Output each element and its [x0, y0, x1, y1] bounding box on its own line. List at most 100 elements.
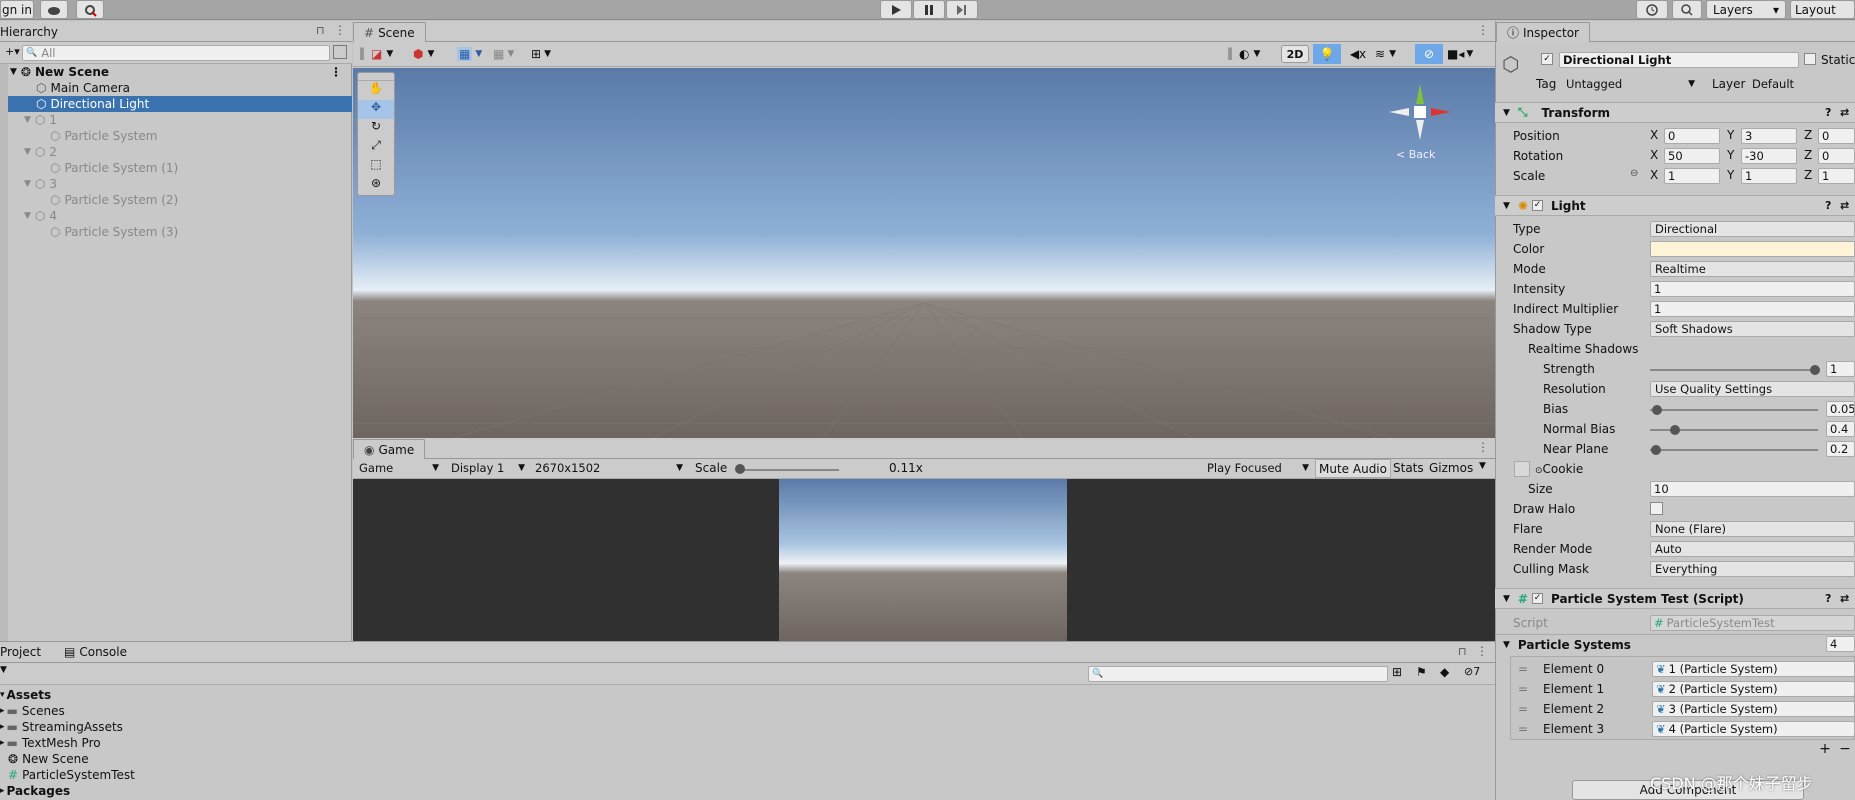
search-by-type-icon[interactable]: ⊞: [1392, 665, 1402, 679]
layout-dropdown[interactable]: Layout: [1790, 0, 1855, 19]
scene-row[interactable]: ▼ ❂ New Scene ⋮: [10, 64, 350, 80]
pause-button[interactable]: [913, 0, 945, 19]
collab-button[interactable]: [76, 0, 104, 19]
drag-handle-icon[interactable]: =: [1518, 662, 1528, 676]
settings-icon[interactable]: ⇄: [1840, 199, 1849, 212]
expand-arrow-icon[interactable]: ▾: [0, 690, 5, 700]
expand-arrow-icon[interactable]: ▸: [0, 722, 5, 732]
expand-arrow-icon[interactable]: ▼: [1503, 640, 1510, 650]
expand-arrow-icon[interactable]: ▸: [0, 738, 5, 748]
play-button[interactable]: [880, 0, 912, 19]
2d-toggle-button[interactable]: 2D: [1281, 45, 1309, 63]
scale-y-field[interactable]: 1: [1741, 168, 1797, 184]
near-plane-slider-handle[interactable]: [1651, 445, 1661, 455]
culling-mask-dropdown[interactable]: Everything: [1650, 561, 1855, 577]
step-button[interactable]: [946, 0, 978, 19]
near-plane-field[interactable]: 0.2: [1826, 441, 1855, 457]
static-checkbox[interactable]: [1804, 53, 1816, 65]
more-icon[interactable]: ⋮: [330, 65, 342, 79]
shadow-type-dropdown[interactable]: Soft Shadows: [1650, 321, 1855, 337]
enabled-checkbox[interactable]: ✓: [1531, 593, 1543, 604]
list-item[interactable]: ⬡ Particle System: [50, 128, 157, 144]
tab-inspector[interactable]: ⓘ Inspector: [1496, 22, 1590, 42]
display-dropdown[interactable]: Display 1 ▼: [447, 460, 529, 476]
layers-dropdown[interactable]: Layers ▾: [1706, 0, 1786, 19]
list-item[interactable]: ⬡ Main Camera: [36, 80, 130, 96]
element-field[interactable]: ❦ 2 (Particle System): [1652, 681, 1855, 697]
hierarchy-search-input[interactable]: 🔍 All: [22, 45, 330, 61]
rotation-x-field[interactable]: 50: [1664, 148, 1720, 164]
play-focused-dropdown[interactable]: Play Focused ▼: [1203, 460, 1313, 476]
tab-console[interactable]: ▤ Console: [64, 645, 127, 659]
array-size-field[interactable]: 4: [1826, 636, 1855, 652]
rotation-y-field[interactable]: -30: [1741, 148, 1797, 164]
object-picker-icon[interactable]: ⊙: [1535, 466, 1543, 476]
normal-bias-field[interactable]: 0.4: [1826, 421, 1855, 437]
grid-snap-button[interactable]: ▦ ▼: [457, 44, 489, 64]
layer-dropdown[interactable]: Default: [1748, 76, 1855, 92]
drag-handle-icon[interactable]: =: [1518, 722, 1528, 736]
expand-arrow-icon[interactable]: ▼: [1503, 108, 1510, 118]
transform-component-header[interactable]: ▼ ⤡ Transform ? ⇄: [1495, 102, 1855, 123]
intensity-field[interactable]: 1: [1650, 281, 1855, 297]
list-item[interactable]: ⬡ Particle System (1): [50, 160, 178, 176]
position-x-field[interactable]: 0: [1664, 128, 1720, 144]
element-field[interactable]: ❦ 1 (Particle System): [1652, 661, 1855, 677]
gizmos-toggle[interactable]: Gizmos: [1429, 461, 1473, 475]
tab-project[interactable]: Project: [0, 645, 41, 659]
lighting-toggle-button[interactable]: 💡: [1313, 44, 1341, 64]
color-field[interactable]: [1650, 241, 1855, 257]
move-tool-icon[interactable]: ✥: [358, 100, 394, 119]
expand-arrow-icon[interactable]: ▼: [1503, 594, 1510, 604]
rotate-tool-icon[interactable]: ↻: [358, 119, 394, 138]
audio-toggle-button[interactable]: ◀x: [1345, 45, 1371, 63]
settings-icon[interactable]: ⇄: [1840, 592, 1849, 605]
effects-button[interactable]: ≋ ▼: [1375, 45, 1411, 63]
tab-game[interactable]: ◉ Game: [353, 439, 426, 459]
expand-arrow-icon[interactable]: ▸: [0, 706, 5, 716]
normal-bias-slider-handle[interactable]: [1670, 425, 1680, 435]
enabled-checkbox[interactable]: ✓: [1531, 200, 1543, 211]
flare-field[interactable]: None (Flare): [1650, 521, 1855, 537]
list-item[interactable]: ❂ New Scene: [8, 751, 89, 767]
link-icon[interactable]: ⊖: [1630, 168, 1638, 179]
list-item[interactable]: ▸ ▬ Scenes: [0, 703, 65, 719]
strength-slider-track[interactable]: [1650, 369, 1818, 371]
position-y-field[interactable]: 3: [1741, 128, 1797, 144]
scale-z-field[interactable]: 1: [1818, 168, 1855, 184]
chevron-down-icon[interactable]: ▼: [1479, 461, 1486, 471]
more-icon[interactable]: ⋮: [1476, 644, 1488, 658]
hierarchy-tab[interactable]: Hierarchy: [0, 25, 58, 39]
scale-x-field[interactable]: 1: [1664, 168, 1720, 184]
add-icon[interactable]: +▾: [5, 45, 20, 58]
remove-icon[interactable]: −: [1839, 741, 1851, 757]
list-item[interactable]: ▼ ⬡ 3: [24, 176, 57, 192]
list-item[interactable]: ⬡ Particle System (2): [50, 192, 178, 208]
near-plane-slider-track[interactable]: [1650, 449, 1818, 451]
render-mode-dropdown[interactable]: Auto: [1650, 541, 1855, 557]
tag-dropdown[interactable]: Untagged ▼: [1562, 76, 1699, 92]
add-icon[interactable]: +: [1819, 741, 1831, 757]
drag-handle-icon[interactable]: =: [1518, 702, 1528, 716]
project-search-input[interactable]: 🔍: [1088, 666, 1388, 682]
shading-mode-button[interactable]: ◐ ▼: [1239, 45, 1275, 63]
bias-field[interactable]: 0.05: [1826, 401, 1855, 417]
tab-scene[interactable]: # Scene: [353, 22, 426, 42]
scale-slider-track[interactable]: [739, 469, 839, 471]
more-icon[interactable]: ⋮: [1477, 23, 1489, 37]
mode-dropdown[interactable]: Realtime: [1650, 261, 1855, 277]
rect-tool-icon[interactable]: ⬚: [358, 157, 394, 176]
expand-arrow-icon[interactable]: ▼: [24, 179, 31, 189]
drag-handle-icon[interactable]: =: [1518, 682, 1528, 696]
sign-in-button[interactable]: gn in: [0, 0, 34, 19]
more-icon[interactable]: ⋮: [1477, 440, 1489, 454]
resolution-dropdown[interactable]: 2670x1502 ▼: [531, 460, 687, 476]
list-item[interactable]: ▸ ▬ TextMesh Pro: [0, 735, 101, 751]
cookie-row[interactable]: ⊙Cookie: [1535, 462, 1583, 476]
add-icon[interactable]: ▼: [0, 665, 7, 675]
orientation-gizmo-icon[interactable]: [1385, 80, 1455, 140]
game-viewport[interactable]: [353, 479, 1495, 641]
type-dropdown[interactable]: Directional: [1650, 221, 1855, 237]
cookie-thumbnail[interactable]: [1514, 461, 1530, 477]
list-item[interactable]: ▾ Assets: [0, 687, 51, 703]
